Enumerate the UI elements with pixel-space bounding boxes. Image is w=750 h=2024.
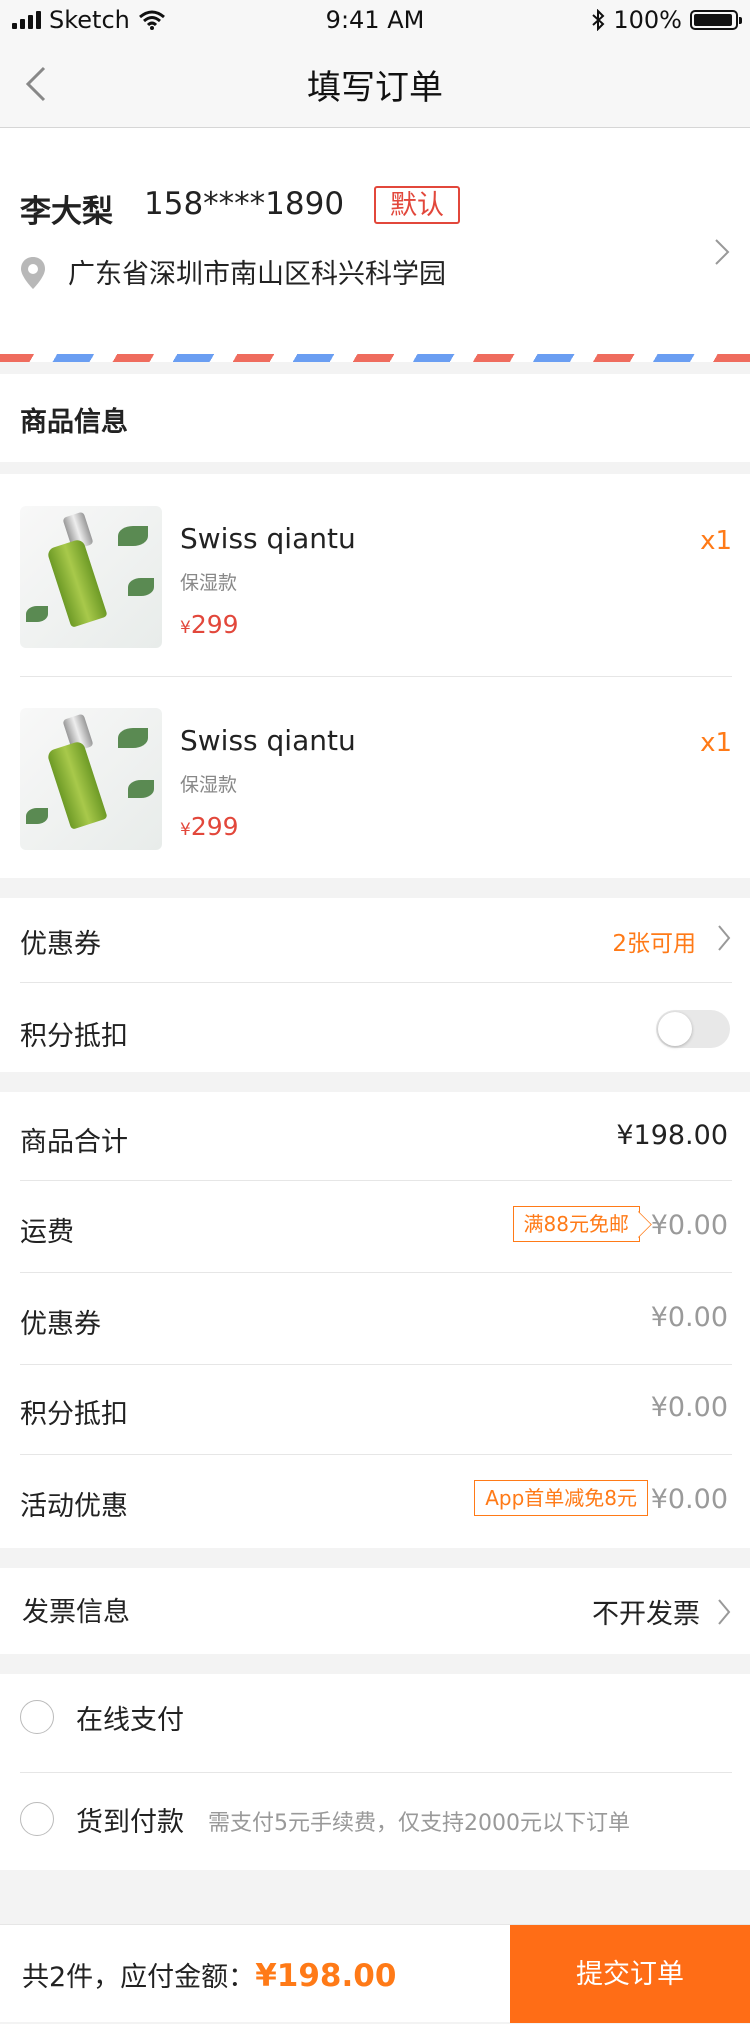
shipping-value: ¥0.00: [650, 1210, 728, 1241]
status-bar: Sketch 9:41 AM 100%: [0, 0, 750, 40]
product-quantity: x1: [700, 728, 732, 758]
promo-value: ¥0.00: [650, 1484, 728, 1515]
invoice-row[interactable]: 发票信息 不开发票: [0, 1568, 750, 1654]
cod-note: 需支付5元手续费，仅支持2000元以下订单: [208, 1811, 630, 1836]
submit-order-button[interactable]: 提交订单: [510, 1925, 750, 2023]
product-image: [20, 708, 162, 850]
divider: [20, 1272, 732, 1273]
product-price: ¥299: [180, 610, 239, 639]
goods-section-title: 商品信息: [20, 407, 128, 438]
radio-cod[interactable]: [20, 1802, 54, 1836]
nav-bar: 填写订单: [0, 40, 750, 128]
cost-breakdown: 商品合计 ¥198.00 运费 满88元免邮 ¥0.00 优惠券 ¥0.00 积…: [0, 1092, 750, 1548]
coupon-label: 优惠券: [20, 929, 101, 960]
points-discount-value: ¥0.00: [650, 1392, 728, 1423]
promo-badge: App首单减免8元: [474, 1480, 648, 1516]
default-badge: 默认: [374, 186, 460, 224]
product-image: [20, 506, 162, 648]
points-label: 积分抵扣: [20, 1021, 128, 1052]
status-right: 100%: [591, 6, 742, 34]
product-name: Swiss qiantu: [180, 724, 356, 757]
address-card[interactable]: 李大梨 158****1890 默认 广东省深圳市南山区科兴科学园: [0, 128, 750, 362]
checkout-bar: 共2件，应付金额：¥198.00 提交订单: [0, 1924, 750, 2023]
total-amount: ¥198.00: [255, 1958, 397, 1994]
page-title: 填写订单: [307, 68, 443, 108]
divider: [20, 982, 732, 983]
address-detail: 广东省深圳市南山区科兴科学园: [68, 259, 446, 290]
subtotal-label: 商品合计: [20, 1127, 128, 1158]
chevron-right-icon: [715, 239, 730, 265]
coupon-discount-label: 优惠券: [20, 1309, 101, 1340]
bluetooth-icon: [592, 9, 605, 31]
product-spec: 保湿款: [180, 774, 238, 796]
cod-label: 货到付款: [76, 1807, 184, 1838]
product-name: Swiss qiantu: [180, 522, 356, 555]
chevron-right-icon: [718, 925, 731, 951]
goods-header: 商品信息: [0, 374, 750, 462]
recipient-name: 李大梨: [20, 194, 113, 230]
divider: [20, 676, 732, 677]
promo-label: 活动优惠: [20, 1491, 128, 1522]
shipping-label: 运费: [20, 1217, 74, 1248]
order-summary: 共2件，应付金额：¥198.00: [22, 1958, 397, 1994]
free-shipping-badge: 满88元免邮: [512, 1206, 640, 1242]
product-quantity: x1: [700, 526, 732, 556]
airmail-border: [0, 354, 750, 362]
recipient-phone: 158****1890: [144, 186, 345, 222]
radio-online[interactable]: [20, 1700, 54, 1734]
battery-icon: [690, 10, 742, 30]
battery-percent: 100%: [613, 6, 682, 34]
points-toggle[interactable]: [656, 1010, 730, 1048]
coupon-discount-value: ¥0.00: [650, 1302, 728, 1333]
invoice-label: 发票信息: [22, 1597, 130, 1628]
coupon-available: 2张可用: [612, 931, 696, 957]
divider: [20, 1364, 732, 1365]
divider: [20, 1772, 732, 1773]
points-discount-label: 积分抵扣: [20, 1399, 128, 1430]
discount-options: 优惠券 2张可用 积分抵扣: [0, 898, 750, 1072]
location-pin-icon: [21, 257, 45, 289]
subtotal-value: ¥198.00: [616, 1120, 728, 1151]
chevron-right-icon: [718, 1599, 731, 1625]
online-pay-label: 在线支付: [76, 1705, 184, 1736]
divider: [20, 1180, 732, 1181]
product-price: ¥299: [180, 812, 239, 841]
invoice-value: 不开发票: [592, 1599, 700, 1630]
payment-methods: 在线支付 货到付款 需支付5元手续费，仅支持2000元以下订单: [0, 1674, 750, 1870]
product-list: Swiss qiantu 保湿款 ¥299 x1 Swiss qiantu 保湿…: [0, 474, 750, 878]
divider: [20, 1454, 732, 1455]
product-spec: 保湿款: [180, 572, 238, 594]
toggle-knob: [658, 1012, 692, 1046]
